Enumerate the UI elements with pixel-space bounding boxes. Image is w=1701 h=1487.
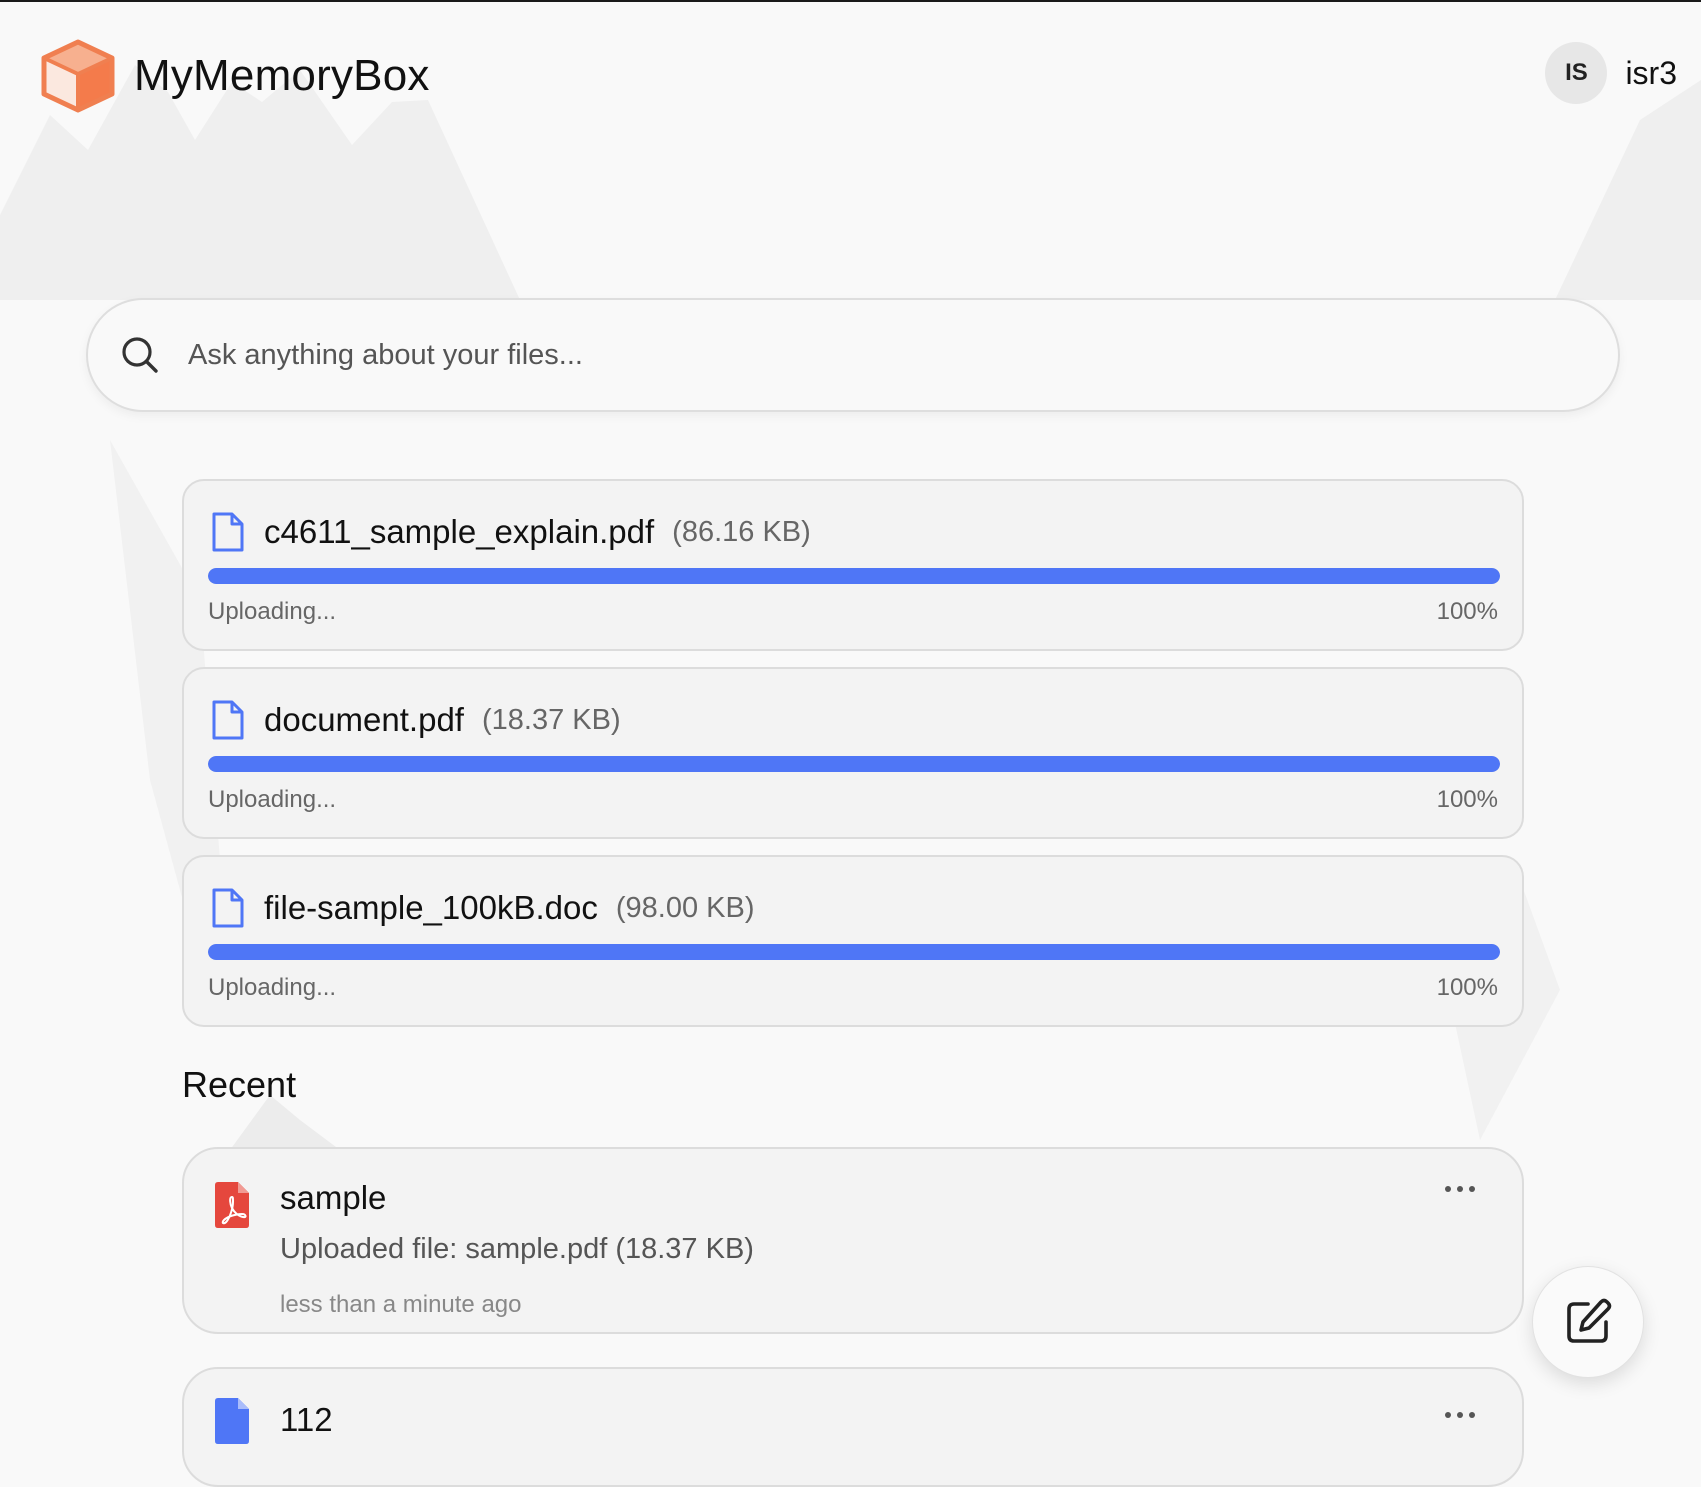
progress-fill: [208, 756, 1500, 772]
avatar[interactable]: IS: [1545, 42, 1608, 104]
pdf-file-icon: [215, 1182, 249, 1228]
upload-percent: 100%: [1436, 598, 1498, 625]
upload-percent: 100%: [1436, 974, 1498, 1001]
search-bar[interactable]: [86, 298, 1620, 412]
upload-item: c4611_sample_explain.pdf (86.16 KB) Uplo…: [182, 479, 1524, 651]
upload-status: Uploading...: [208, 786, 337, 813]
recent-item-time: less than a minute ago: [280, 1291, 522, 1318]
new-note-button[interactable]: [1532, 1266, 1644, 1378]
upload-file-name: c4611_sample_explain.pdf: [264, 513, 655, 550]
more-options-button[interactable]: [1440, 1179, 1480, 1199]
user-menu[interactable]: IS isr3: [1545, 42, 1677, 104]
progress-bar: [208, 944, 1500, 960]
more-options-icon: [1445, 1412, 1475, 1418]
document-icon: [212, 700, 244, 740]
more-options-button[interactable]: [1440, 1405, 1480, 1425]
brand[interactable]: MyMemoryBox: [40, 38, 430, 114]
upload-item: document.pdf (18.37 KB) Uploading... 100…: [182, 667, 1524, 839]
recent-item[interactable]: 112: [182, 1367, 1524, 1487]
upload-file-name: file-sample_100kB.doc: [264, 889, 598, 926]
recent-item[interactable]: sample Uploaded file: sample.pdf (18.37 …: [182, 1147, 1524, 1334]
upload-percent: 100%: [1436, 786, 1498, 813]
progress-fill: [208, 944, 1500, 960]
upload-file-size: (18.37 KB): [481, 703, 621, 736]
upload-file-size: (98.00 KB): [615, 891, 755, 924]
recent-item-name: 112: [280, 1401, 333, 1438]
recent-item-name: sample: [280, 1179, 387, 1216]
app-name: MyMemoryBox: [134, 51, 430, 100]
document-icon: [212, 888, 244, 928]
upload-item: file-sample_100kB.doc (98.00 KB) Uploadi…: [182, 855, 1524, 1027]
edit-note-icon: [1567, 1298, 1612, 1343]
search-input[interactable]: [186, 337, 1618, 373]
recent-item-description: Uploaded file: sample.pdf (18.37 KB): [280, 1233, 754, 1265]
progress-bar: [208, 756, 1500, 772]
upload-file-name: document.pdf: [264, 701, 464, 738]
upload-status: Uploading...: [208, 974, 337, 1001]
more-options-icon: [1445, 1186, 1475, 1192]
progress-fill: [208, 568, 1500, 584]
progress-bar: [208, 568, 1500, 584]
document-icon: [212, 512, 244, 552]
cube-logo-icon: [41, 39, 115, 113]
upload-file-size: (86.16 KB): [672, 515, 811, 548]
search-icon: [122, 337, 158, 373]
recent-heading: Recent: [182, 1064, 297, 1105]
username[interactable]: isr3: [1625, 55, 1677, 92]
upload-status: Uploading...: [208, 598, 337, 625]
blue-file-icon: [215, 1398, 249, 1444]
